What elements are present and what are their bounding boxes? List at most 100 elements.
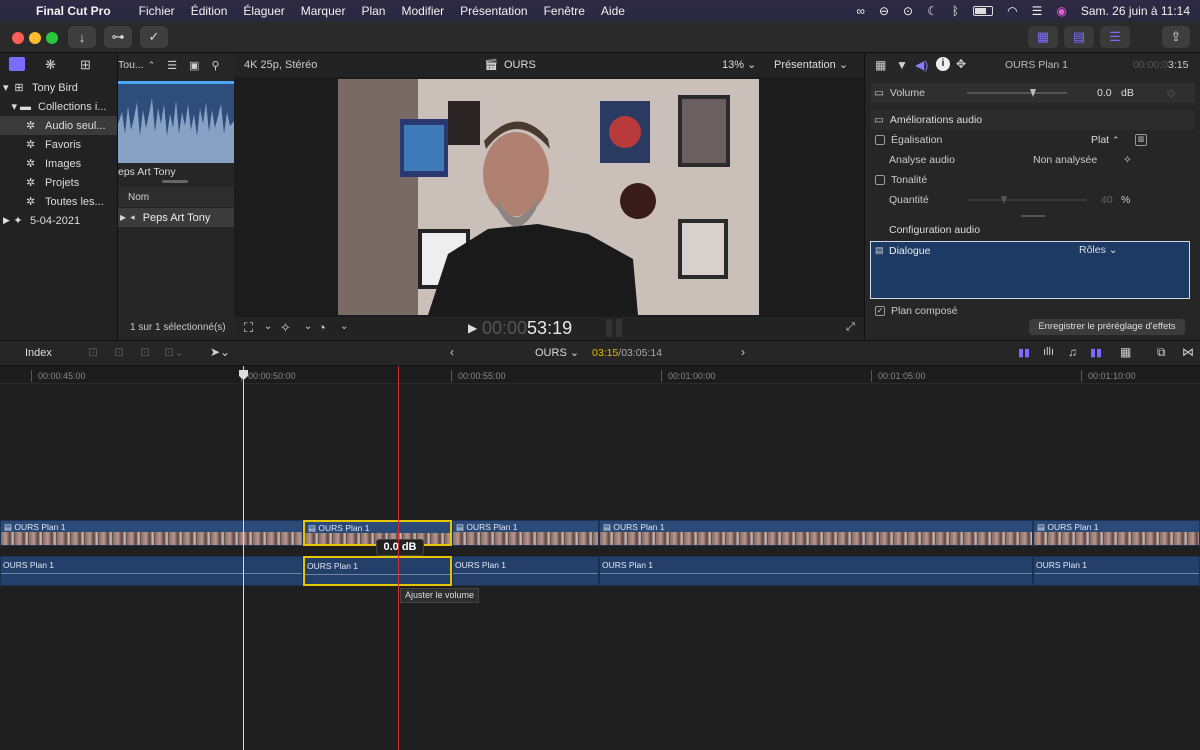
append-clip-icon[interactable]: ⊡ [140,345,150,359]
sidebar-item-toutes[interactable]: ✲ Toutes les... [0,192,117,211]
tone-checkbox[interactable] [875,175,885,185]
list-item[interactable]: ▶ ◂ Peps Art Tony [118,208,235,227]
minimize-window-button[interactable] [29,32,41,44]
amount-slider[interactable] [967,196,1087,204]
amount-slider-knob[interactable] [1001,196,1007,204]
chevron-down-icon[interactable]: ⌄ [264,321,272,332]
audio-clip[interactable]: OURS Plan 1 [0,556,303,586]
color-inspector-tab-icon[interactable]: ▼ [896,58,908,72]
connect-clip-icon[interactable]: ⊡ [88,345,98,359]
play-circle-icon[interactable]: ⊙ [903,4,913,18]
volume-line[interactable] [305,574,450,575]
amount-value[interactable]: 40 [1101,194,1113,206]
transform-tool-icon[interactable]: ⛶ [244,320,253,336]
video-clip[interactable]: ▤ OURS Plan 1 [599,520,1033,546]
close-window-button[interactable] [12,32,24,44]
sidebar-item-audio-seul[interactable]: ✲ Audio seul... [0,116,117,135]
clock[interactable]: Sam. 26 juin à 11:14 [1081,4,1190,18]
sidebar-item-projets[interactable]: ✲ Projets [0,173,117,192]
fullscreen-icon[interactable]: ⤢ [846,321,855,334]
audio-clip[interactable]: OURS Plan 1 [452,556,599,586]
enhance-wand-icon[interactable]: ✧ [280,320,291,336]
sidebar-item-images[interactable]: ✲ Images [0,154,117,173]
zoom-slider[interactable] [162,180,188,183]
disclosure-right-icon[interactable]: ▶ [120,213,126,222]
app-menu[interactable]: Final Cut Pro [36,4,111,18]
audio-inspector-tab-icon[interactable]: ◀) [915,58,928,72]
volume-slider[interactable] [967,89,1067,97]
volume-line[interactable] [600,573,1032,574]
menu-aide[interactable]: Aide [601,4,625,18]
back-arrow-icon[interactable]: ‹ [450,345,454,359]
wifi-icon[interactable]: ◠ [1007,4,1017,18]
skimming-icon[interactable]: ▮▮ [1018,346,1030,359]
video-clip[interactable]: ▤ OURS Plan 1 [0,520,303,546]
video-clip[interactable]: ▤ OURS Plan 1 [452,520,599,546]
video-clip[interactable]: ▤ OURS Plan 1 [1033,520,1200,546]
overwrite-clip-icon[interactable]: ⊡⌄ [164,345,184,359]
toggle-timeline-button[interactable]: ▤ [1064,26,1094,48]
compound-checkbox[interactable]: ✓ [875,306,885,316]
panel-divider[interactable] [1021,215,1045,217]
sidebar-item-favoris[interactable]: ✲ Favoris [0,135,117,154]
volume-line[interactable] [1034,573,1199,574]
media-tab-icon[interactable] [9,57,25,71]
speed-gauge-icon[interactable]: ◔ [318,320,326,335]
save-preset-button[interactable]: Enregistrer le préréglage d'effets [1029,319,1185,335]
enhancements-section-header[interactable]: ▭ Améliorations audio [871,110,1195,130]
headphones-icon[interactable]: ♫ [1068,345,1077,359]
column-header-name[interactable]: Nom [128,192,149,203]
audio-clip-selected[interactable]: OURS Plan 1 [303,556,452,586]
eq-checkbox[interactable] [875,135,885,145]
audio-skimming-icon[interactable]: ıllı [1043,346,1054,358]
audio-clip[interactable]: OURS Plan 1 [1033,556,1200,586]
search-icon[interactable]: ⚲ [212,59,220,72]
roles-popup[interactable]: Rôles ⌄ [1079,244,1118,256]
eq-popup[interactable]: Plat ⌃ [1091,134,1120,146]
chevron-down-icon[interactable]: ⌄ [304,321,312,332]
disclosure-down-icon[interactable]: ▾ [0,81,10,94]
keywords-button[interactable]: ⊶ [104,26,132,48]
timeline-ruler[interactable]: 00:00:45:00 00:00:50:00 00:00:55:00 00:0… [0,366,1200,384]
battery-icon[interactable] [973,5,994,16]
menu-elaguer[interactable]: Élaguer [243,4,284,18]
sidebar-item-event[interactable]: ▶ ✦ 5-04-2021 [0,211,117,230]
share-button[interactable]: ⇪ [1162,26,1190,48]
info-inspector-tab-icon[interactable]: i [936,57,950,71]
config-section-header[interactable]: Configuration audio [871,220,1195,240]
clip-thumbnail[interactable] [118,81,235,163]
menu-presentation[interactable]: Présentation [460,4,527,18]
audio-config-box[interactable]: ▤ Dialogue Rôles ⌄ [870,241,1190,299]
timecode-display[interactable]: 00:0053:19 [482,318,572,339]
insert-clip-icon[interactable]: ⊡ [114,345,124,359]
transitions-browser-icon[interactable]: ⋈ [1182,345,1194,359]
disclosure-down-icon[interactable]: ▾ [0,100,20,113]
toggle-inspector-button[interactable]: ☰ [1100,26,1130,48]
menu-edition[interactable]: Édition [191,4,228,18]
effects-browser-icon[interactable]: ⧉ [1157,345,1166,360]
sync-icon[interactable]: ⊖ [879,4,889,18]
volume-slider-knob[interactable] [1030,89,1036,97]
video-inspector-tab-icon[interactable]: ▦ [875,58,886,72]
background-tasks-button[interactable]: ✓ [140,26,168,48]
magic-wand-icon[interactable]: ✧ [1123,154,1132,166]
zoom-window-button[interactable] [46,32,58,44]
index-button[interactable]: Index [25,347,52,359]
select-tool-icon[interactable]: ➤⌄ [210,345,230,359]
menu-marquer[interactable]: Marquer [301,4,346,18]
filmstrip-icon[interactable]: ▣ [189,59,199,72]
audio-clip[interactable]: OURS Plan 1 [599,556,1033,586]
menu-modifier[interactable]: Modifier [401,4,444,18]
import-button[interactable]: ↓ [68,26,96,48]
volume-line[interactable] [453,573,598,574]
eq-graph-icon[interactable]: ▥ [1135,134,1147,146]
volume-line[interactable] [1,573,302,574]
timeline-project-popup[interactable]: OURS ⌄ [535,346,579,359]
menu-fenetre[interactable]: Fenêtre [544,4,585,18]
timeline[interactable]: ▤ OURS Plan 1 ▤ OURS Plan 1 ▤ OURS Plan … [0,366,1200,750]
viewer[interactable] [234,77,864,317]
menu-fichier[interactable]: Fichier [139,4,175,18]
sidebar-item-collections[interactable]: ▾ ▬ Collections i... [0,97,117,116]
titles-tab-icon[interactable]: ⊞ [80,57,91,73]
bluetooth-icon[interactable]: ᛒ [952,4,959,18]
